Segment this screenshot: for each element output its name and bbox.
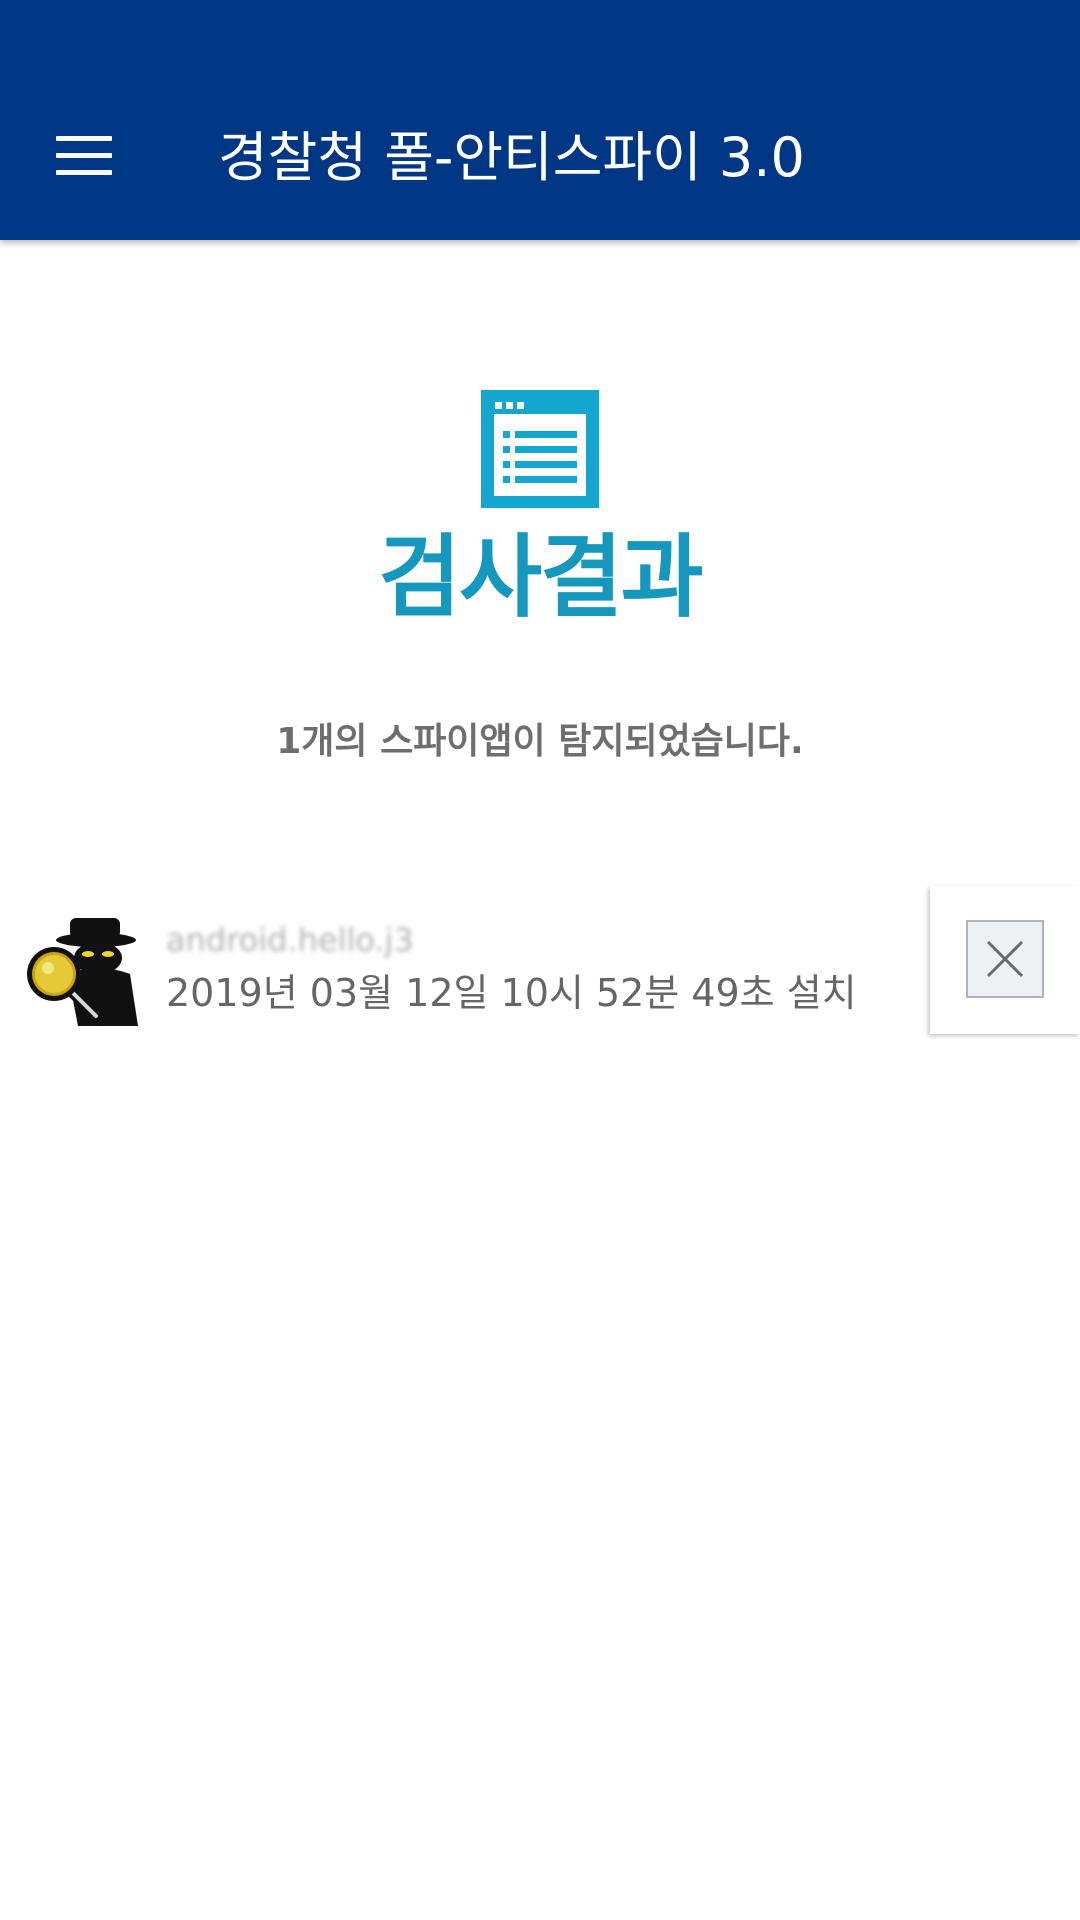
- menu-button[interactable]: [40, 120, 128, 192]
- app-screen: 경찰청 폴-안티스파이 3.0 검사결과 1개의 스파이앱이 탐지되었습니다.: [0, 0, 1080, 1920]
- install-time: 2019년 03월 12일 10시 52분 49초 설치: [166, 971, 857, 1015]
- delete-panel: [930, 886, 1080, 1034]
- app-bar: 경찰청 폴-안티스파이 3.0: [0, 0, 1080, 240]
- close-icon: [986, 940, 1024, 978]
- result-summary: 1개의 스파이앱이 탐지되었습니다.: [276, 721, 804, 762]
- spy-detective-icon: [22, 910, 144, 1032]
- app-title: 경찰청 폴-안티스파이 3.0: [218, 126, 805, 189]
- document-list-icon: [481, 390, 599, 508]
- package-name: android.hello.j3: [166, 921, 414, 959]
- hamburger-menu-icon-bar: [56, 153, 112, 158]
- hamburger-menu-icon-bar: [56, 170, 112, 175]
- hamburger-menu-icon: [56, 136, 112, 141]
- detected-app-row[interactable]: android.hello.j3 2019년 03월 12일 10시 52분 4…: [0, 886, 1080, 1036]
- result-heading: 검사결과: [378, 525, 703, 630]
- delete-button[interactable]: [966, 920, 1044, 998]
